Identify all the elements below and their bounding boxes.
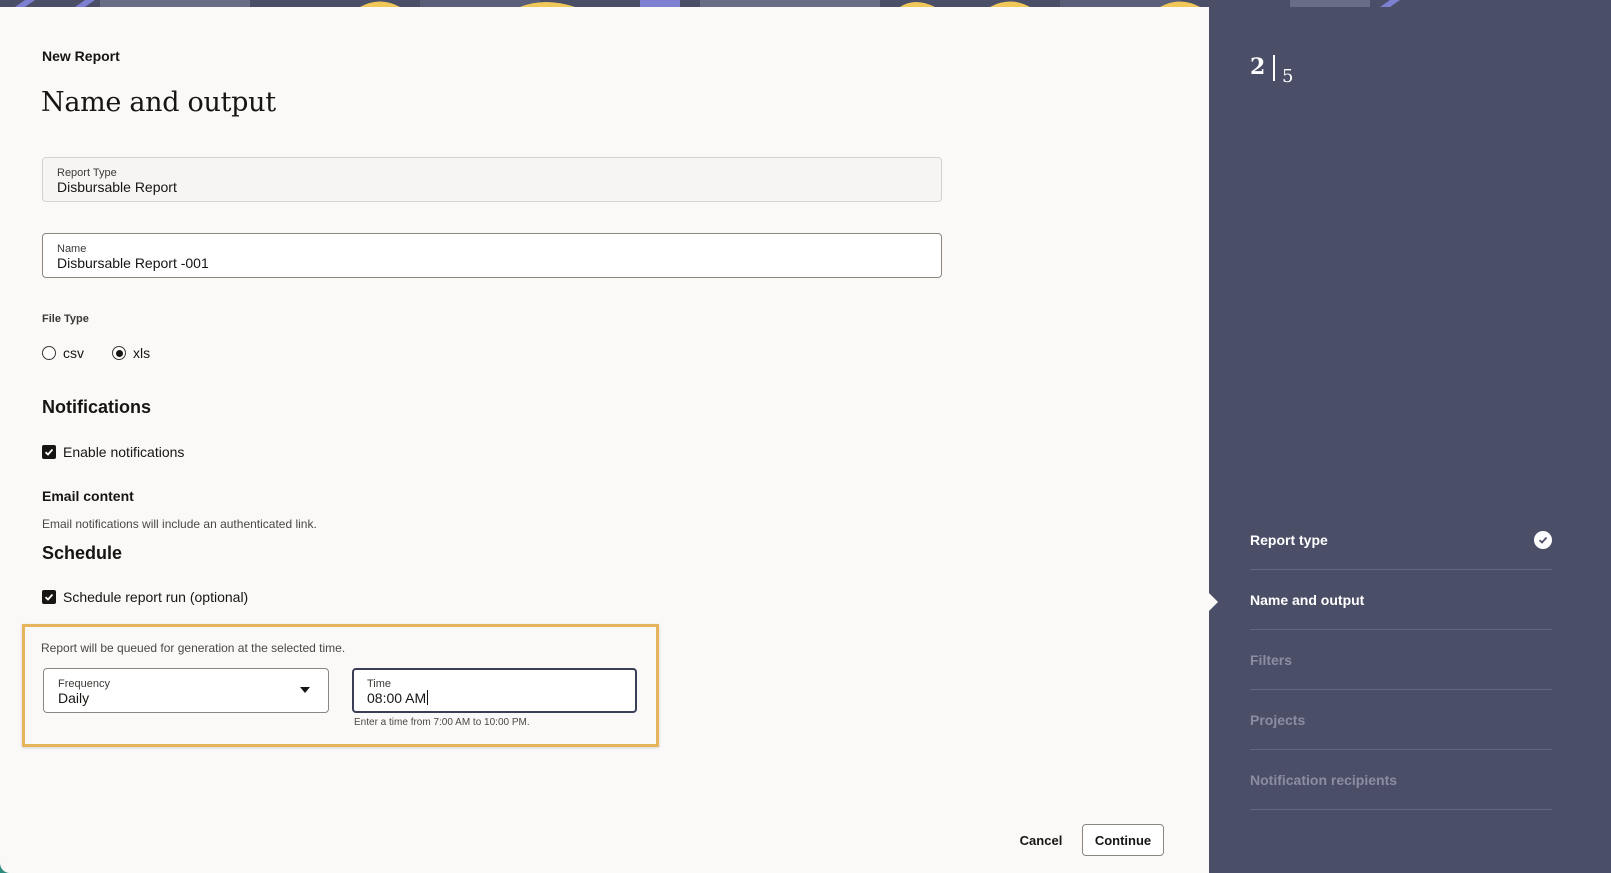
queue-note: Report will be queued for generation at … xyxy=(41,641,346,655)
text-cursor-icon xyxy=(427,690,429,705)
file-type-csv-label: csv xyxy=(63,345,84,361)
progress-sidebar: 2 5 Report type Name and output Filters … xyxy=(1209,7,1611,873)
step-divider xyxy=(1273,55,1275,81)
frequency-value: Daily xyxy=(58,690,90,706)
step-label: Projects xyxy=(1250,711,1306,728)
step-name-and-output[interactable]: Name and output xyxy=(1250,570,1552,630)
notifications-heading: Notifications xyxy=(42,397,152,417)
time-value[interactable]: 08:00 AM xyxy=(367,690,426,706)
email-content-heading: Email content xyxy=(42,488,134,504)
checkbox-checked-icon[interactable] xyxy=(42,445,56,459)
radio-unchecked-icon[interactable] xyxy=(42,346,56,360)
current-step-pointer-icon xyxy=(1209,593,1218,611)
report-type-value: Disbursable Report xyxy=(57,179,177,195)
step-label: Notification recipients xyxy=(1250,771,1398,788)
report-type-label: Report Type xyxy=(57,167,117,179)
report-form-panel: New Report Name and output Report Type D… xyxy=(0,7,1209,873)
frequency-select[interactable]: Frequency Daily xyxy=(43,668,329,713)
schedule-heading: Schedule xyxy=(42,543,123,563)
name-label: Name xyxy=(57,243,87,255)
radio-checked-icon[interactable] xyxy=(112,346,126,360)
enable-notifications-label: Enable notifications xyxy=(63,444,185,460)
checkbox-checked-icon[interactable] xyxy=(42,590,56,604)
page-eyebrow: New Report xyxy=(42,48,120,64)
caret-down-icon[interactable] xyxy=(300,687,310,693)
file-type-radio-group: csv xls xyxy=(42,345,150,361)
step-label: Filters xyxy=(1250,651,1293,668)
step-notification-recipients[interactable]: Notification recipients xyxy=(1250,750,1552,810)
step-total: 5 xyxy=(1282,66,1294,87)
time-hint: Enter a time from 7:00 AM to 10:00 PM. xyxy=(354,717,530,728)
cancel-button[interactable]: Cancel xyxy=(1010,825,1072,855)
file-type-xls-radio[interactable]: xls xyxy=(112,345,150,361)
enable-notifications-checkbox[interactable]: Enable notifications xyxy=(42,444,184,460)
name-value[interactable]: Disbursable Report -001 xyxy=(57,255,927,271)
schedule-run-checkbox[interactable]: Schedule report run (optional) xyxy=(42,589,248,605)
decorative-banner xyxy=(0,0,1611,7)
page-title: Name and output xyxy=(41,87,276,118)
step-label: Report type xyxy=(1250,531,1328,548)
step-filters[interactable]: Filters xyxy=(1250,630,1552,690)
schedule-settings-box: Report will be queued for generation at … xyxy=(22,624,659,747)
step-report-type[interactable]: Report type xyxy=(1250,510,1552,570)
name-input[interactable]: Name Disbursable Report -001 xyxy=(42,233,942,278)
step-projects[interactable]: Projects xyxy=(1250,690,1552,750)
email-content-helper: Email notifications will include an auth… xyxy=(42,517,317,531)
step-label: Name and output xyxy=(1250,591,1365,608)
file-type-xls-label: xls xyxy=(133,345,151,361)
frequency-label: Frequency xyxy=(58,678,110,690)
report-type-field: Report Type Disbursable Report xyxy=(42,157,942,202)
continue-button[interactable]: Continue xyxy=(1082,824,1164,856)
time-value-wrapper[interactable]: 08:00 AM xyxy=(367,690,622,706)
time-label: Time xyxy=(367,678,392,690)
schedule-run-label: Schedule report run (optional) xyxy=(63,589,249,605)
time-input[interactable]: Time 08:00 AM xyxy=(352,668,637,713)
step-list: Report type Name and output Filters Proj… xyxy=(1250,510,1552,810)
file-type-label: File Type xyxy=(42,313,89,325)
file-type-csv-radio[interactable]: csv xyxy=(42,345,84,361)
check-circle-icon xyxy=(1534,531,1552,549)
step-current: 2 xyxy=(1250,54,1266,80)
